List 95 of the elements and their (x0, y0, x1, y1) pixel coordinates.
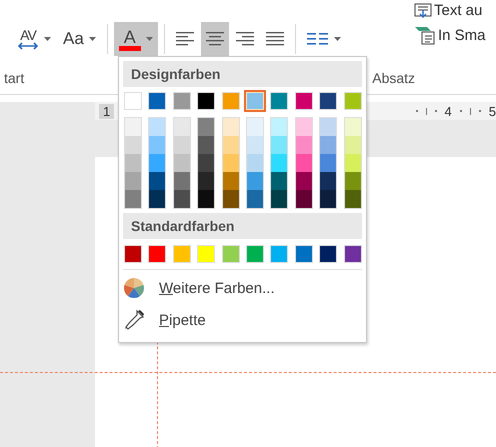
color-swatch[interactable] (246, 245, 264, 263)
color-swatch[interactable] (294, 245, 313, 263)
columns-icon (306, 32, 329, 46)
color-swatch[interactable] (148, 245, 166, 263)
toolbar-button[interactable]: Text au (434, 2, 482, 19)
color-swatch[interactable] (125, 190, 141, 208)
color-swatch[interactable] (124, 92, 142, 110)
color-swatch[interactable] (320, 172, 336, 190)
color-swatch[interactable] (246, 118, 263, 136)
menu-item[interactable]: Weitere Farben... (119, 272, 366, 304)
color-swatch[interactable] (222, 172, 239, 190)
color-swatch[interactable] (149, 118, 166, 136)
double-arrow-icon (17, 42, 39, 50)
color-swatch[interactable] (294, 92, 313, 110)
toolbar-button[interactable]: A (114, 22, 158, 56)
color-swatch[interactable] (172, 92, 191, 110)
align-left-icon (176, 31, 194, 47)
align-center-icon (206, 31, 224, 47)
color-swatch[interactable] (149, 136, 166, 154)
color-swatch[interactable] (296, 136, 312, 154)
color-swatch[interactable] (197, 245, 216, 263)
toolbar-button[interactable]: AV (12, 22, 56, 56)
ruler-number: 5 (488, 104, 496, 118)
color-swatch[interactable] (320, 190, 336, 208)
color-swatch[interactable] (124, 245, 142, 263)
color-swatch[interactable] (296, 154, 312, 172)
color-swatch[interactable] (148, 92, 166, 110)
section-header: Standardfarben (123, 213, 362, 239)
color-swatch[interactable] (125, 136, 141, 154)
toolbar-button[interactable] (200, 22, 229, 56)
color-swatch[interactable] (174, 136, 190, 154)
color-swatch[interactable] (174, 118, 190, 136)
color-swatch[interactable] (296, 118, 312, 136)
color-swatch[interactable] (270, 92, 288, 110)
color-swatch[interactable] (246, 92, 264, 110)
color-swatch[interactable] (271, 154, 288, 172)
color-swatch[interactable] (149, 190, 166, 208)
color-swatch[interactable] (149, 172, 166, 190)
color-swatch[interactable] (198, 190, 214, 208)
group-label: Absatz (372, 70, 416, 86)
color-swatch[interactable] (271, 190, 288, 208)
section-header: Designfarben (123, 61, 362, 87)
align-right-icon (236, 31, 254, 47)
color-swatch[interactable] (174, 172, 190, 190)
color-swatch[interactable] (344, 118, 361, 136)
toolbar-button[interactable]: Aa (58, 22, 101, 56)
color-swatch[interactable] (319, 92, 338, 110)
color-wheel-icon (123, 277, 145, 299)
eyedropper-icon (123, 309, 145, 331)
color-swatch[interactable] (344, 136, 361, 154)
color-swatch[interactable] (270, 245, 288, 263)
color-swatch[interactable] (271, 118, 288, 136)
color-swatch[interactable] (246, 190, 263, 208)
smartart-icon (414, 25, 436, 45)
color-swatch[interactable] (271, 136, 288, 154)
color-swatch[interactable] (222, 154, 239, 172)
text-direction-icon (414, 2, 432, 18)
color-swatch[interactable] (222, 190, 239, 208)
ruler-number: 4 (444, 104, 452, 118)
color-swatch[interactable] (344, 190, 361, 208)
toolbar-button[interactable]: In Sma (438, 26, 486, 44)
color-swatch[interactable] (172, 245, 191, 263)
color-swatch[interactable] (222, 136, 239, 154)
color-swatch[interactable] (319, 245, 338, 263)
color-swatch[interactable] (222, 92, 240, 110)
color-swatch[interactable] (246, 172, 263, 190)
color-swatch[interactable] (296, 190, 312, 208)
color-swatch[interactable] (320, 154, 336, 172)
color-swatch[interactable] (149, 154, 166, 172)
color-swatch[interactable] (344, 172, 361, 190)
color-swatch[interactable] (125, 172, 141, 190)
color-swatch[interactable] (344, 154, 361, 172)
color-swatch[interactable] (198, 154, 214, 172)
group-label: tart (4, 70, 24, 86)
color-swatch[interactable] (271, 172, 288, 190)
ruler-number: 1 (99, 104, 114, 118)
color-swatch[interactable] (222, 118, 239, 136)
color-swatch[interactable] (246, 136, 263, 154)
menu-item[interactable]: Pipette (119, 304, 366, 336)
color-swatch[interactable] (198, 118, 214, 136)
color-swatch[interactable] (344, 92, 362, 110)
justify-icon (266, 31, 284, 47)
color-swatch[interactable] (125, 154, 141, 172)
color-swatch[interactable] (320, 136, 336, 154)
color-swatch[interactable] (125, 118, 141, 136)
color-swatch[interactable] (198, 172, 214, 190)
color-swatch[interactable] (197, 92, 216, 110)
color-swatch[interactable] (246, 154, 263, 172)
color-swatch[interactable] (174, 154, 190, 172)
color-swatch[interactable] (198, 136, 214, 154)
color-swatch[interactable] (344, 245, 362, 263)
color-swatch[interactable] (296, 172, 312, 190)
color-swatch[interactable] (320, 118, 336, 136)
color-swatch[interactable] (222, 245, 240, 263)
color-swatch[interactable] (174, 190, 190, 208)
